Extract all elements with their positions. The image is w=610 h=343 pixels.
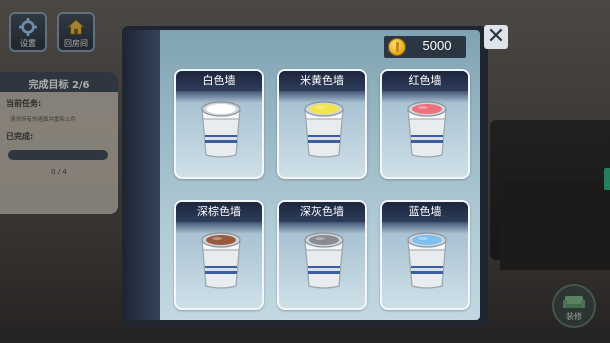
paint-card-title: 深灰色墙 <box>279 202 365 222</box>
coin-icon <box>388 38 406 56</box>
paint-card-beige[interactable]: 米黄色墙 <box>277 69 367 179</box>
coin-amount: 5000 <box>422 38 452 53</box>
close-button[interactable]: ✕ <box>484 25 508 49</box>
paint-card-dark-gray[interactable]: 深灰色墙 <box>277 200 367 310</box>
paint-bucket-icon <box>404 99 450 159</box>
paint-card-blue[interactable]: 蓝色墙 <box>380 200 470 310</box>
paint-bucket-icon <box>198 99 244 159</box>
paint-card-title: 白色墙 <box>176 71 262 91</box>
paint-card-dark-brown[interactable]: 深棕色墙 <box>174 200 264 310</box>
coin-balance: 5000 <box>384 36 466 58</box>
paint-card-title: 米黄色墙 <box>279 71 365 91</box>
paint-card-title: 红色墙 <box>382 71 468 91</box>
paint-card-white[interactable]: 白色墙 <box>174 69 264 179</box>
shop-modal-spine <box>126 30 160 320</box>
paint-card-title: 深棕色墙 <box>176 202 262 222</box>
paint-bucket-icon <box>301 99 347 159</box>
paint-card-title: 蓝色墙 <box>382 202 468 222</box>
paint-bucket-icon <box>404 230 450 290</box>
paint-bucket-icon <box>301 230 347 290</box>
paint-card-red[interactable]: 红色墙 <box>380 69 470 179</box>
paint-bucket-icon <box>198 230 244 290</box>
